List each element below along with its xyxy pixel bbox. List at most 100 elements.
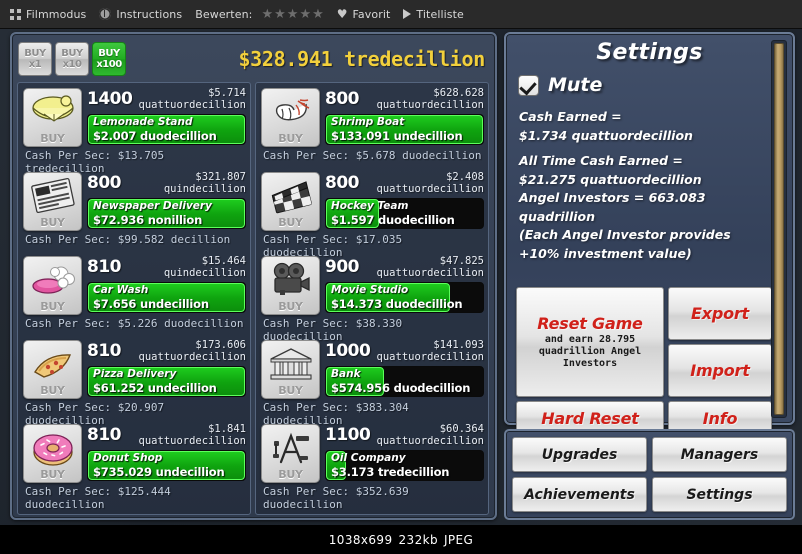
business-item[interactable]: BUY 810 $173.606 quattuordecillion Pizza Del… <box>21 338 248 427</box>
business-price: $47.825 quattuordecillion <box>377 255 484 279</box>
image-dimensions: 1038x699 <box>328 532 393 547</box>
business-price-unit: quattuordecillion <box>376 350 484 363</box>
reset-game-button[interactable]: Reset Game and earn 28.795 quadrillion A… <box>516 287 664 397</box>
nav-settings-button[interactable]: Settings <box>652 477 787 512</box>
business-buy-button[interactable]: BUY <box>23 88 82 147</box>
buy-x1-button[interactable]: BUY x1 <box>18 42 52 76</box>
film-mode-button[interactable]: Filmmodus <box>8 8 97 21</box>
business-buy-button[interactable]: BUY <box>261 340 320 399</box>
settings-scrollbar[interactable] <box>771 40 787 418</box>
business-price: $628.628 quattuordecillion <box>377 87 484 111</box>
business-progress-bar[interactable]: Newspaper Delivery $72.936 nonillion <box>87 198 246 229</box>
business-name: Newspaper Delivery <box>93 200 212 212</box>
business-value: $61.252 undecillion <box>93 381 217 395</box>
business-buy-button[interactable]: BUY <box>23 424 82 483</box>
business-buy-button[interactable]: BUY <box>23 340 82 399</box>
buy-x10-line2: x10 <box>62 58 82 70</box>
mute-checkbox-icon[interactable] <box>518 74 539 96</box>
business-buy-button[interactable]: BUY <box>261 88 320 147</box>
nav-achievements-label: Achievements <box>524 486 635 503</box>
instructions-button[interactable]: Instructions <box>97 8 193 21</box>
business-buy-button[interactable]: BUY <box>261 424 320 483</box>
business-progress-bar[interactable]: Shrimp Boat $133.091 undecillion <box>325 114 484 145</box>
business-progress-bar[interactable]: Hockey Team $1.597 duodecillion <box>325 198 484 229</box>
business-price-amount: $2.408 <box>446 171 484 183</box>
import-label: Import <box>690 361 750 380</box>
business-count: 810 <box>87 257 122 277</box>
nav-upgrades-button[interactable]: Upgrades <box>512 437 647 472</box>
star-3[interactable]: ★ <box>287 8 299 21</box>
star-5[interactable]: ★ <box>312 8 324 21</box>
business-cps: Cash Per Sec: $352.639 duodecillion <box>263 485 409 511</box>
stats-line: Cash Earned = <box>519 109 622 124</box>
business-item[interactable]: BUY 800 $628.628 quattuordecillion Shrimp Bo… <box>259 86 486 170</box>
image-viewer-toolbar: Filmmodus Instructions Bewerten: ★ ★ ★ ★… <box>0 0 802 29</box>
settings-panel: Settings Mute Cash Earned = $1.734 quattu… <box>504 32 795 435</box>
business-count: 1100 <box>325 425 371 445</box>
business-price-amount: $141.093 <box>433 339 484 351</box>
business-buy-button[interactable]: BUY <box>23 256 82 315</box>
business-price: $321.807 quindecillion <box>163 171 246 195</box>
business-cps: Cash Per Sec: $99.582 decillion <box>25 233 231 246</box>
star-2[interactable]: ★ <box>274 8 286 21</box>
business-buy-button[interactable]: BUY <box>261 172 320 231</box>
export-button[interactable]: Export <box>668 287 772 340</box>
nav-managers-button[interactable]: Managers <box>652 437 787 472</box>
film-mode-label: Filmmodus <box>26 7 87 21</box>
business-panel: BUY x1 BUY x10 BUY x100 $328.941 tredeci… <box>10 32 497 520</box>
stats-line: quadrillion <box>519 208 596 224</box>
business-item[interactable]: BUY 1400 $5.714 quattuordecillion Lemonade S… <box>21 86 248 175</box>
rating-stars-icon[interactable]: ★ ★ ★ ★ ★ <box>261 8 324 21</box>
business-progress-bar[interactable]: Lemonade Stand $2.007 duodecillion <box>87 114 246 145</box>
business-item[interactable]: BUY 800 $2.408 quattuordecillion Hockey Team… <box>259 170 486 259</box>
business-item[interactable]: BUY 800 $321.807 quindecillion Newspaper Del… <box>21 170 248 254</box>
business-item[interactable]: BUY 810 $15.464 quindecillion Car Wash $7.656… <box>21 254 248 338</box>
nav-settings-label: Settings <box>686 486 753 503</box>
business-column-left[interactable]: BUY 1400 $5.714 quattuordecillion Lemonade S… <box>17 82 251 515</box>
business-item[interactable]: BUY 900 $47.825 quattuordecillion Movie Stud… <box>259 254 486 343</box>
business-name: Bank <box>331 368 361 380</box>
import-button[interactable]: Import <box>668 344 772 397</box>
business-name: Pizza Delivery <box>93 368 177 380</box>
nav-managers-label: Managers <box>680 446 759 463</box>
nav-achievements-button[interactable]: Achievements <box>512 477 647 512</box>
buy-x100-button[interactable]: BUY x100 <box>92 42 126 76</box>
business-progress-bar[interactable]: Bank $574.956 duodecillion <box>325 366 484 397</box>
business-item[interactable]: BUY 1000 $141.093 quattuordecillion Bank $574… <box>259 338 486 427</box>
star-1[interactable]: ★ <box>261 8 273 21</box>
business-buy-label: BUY <box>40 468 65 481</box>
buy-x1-line2: x1 <box>28 58 42 70</box>
business-item[interactable]: BUY 810 $1.841 quattuordecillion Donut Shop $… <box>21 422 248 511</box>
mute-toggle[interactable]: Mute <box>518 74 793 96</box>
business-buy-label: BUY <box>278 384 303 397</box>
business-count: 800 <box>87 173 122 193</box>
business-column-right[interactable]: BUY 800 $628.628 quattuordecillion Shrimp Bo… <box>255 82 489 515</box>
business-price-amount: $321.807 <box>195 171 246 183</box>
instructions-label: Instructions <box>116 7 183 21</box>
business-item[interactable]: BUY 1100 $60.364 quattuordecillion Oil Compa… <box>259 422 486 511</box>
screenshot-root: Filmmodus Instructions Bewerten: ★ ★ ★ ★… <box>0 0 802 554</box>
business-price-unit: quindecillion <box>163 182 246 195</box>
business-list: BUY 1400 $5.714 quattuordecillion Lemonade S… <box>17 82 490 515</box>
business-buy-button[interactable]: BUY <box>261 256 320 315</box>
business-progress-bar[interactable]: Car Wash $7.656 undecillion <box>87 282 246 313</box>
buy-x10-button[interactable]: BUY x10 <box>55 42 89 76</box>
reset-button-group: Reset Game and earn 28.795 quadrillion A… <box>516 287 772 397</box>
business-buy-button[interactable]: BUY <box>23 172 82 231</box>
business-name: Donut Shop <box>93 452 163 464</box>
star-4[interactable]: ★ <box>299 8 311 21</box>
business-buy-label: BUY <box>40 300 65 313</box>
business-progress-bar[interactable]: Movie Studio $14.373 duodecillion <box>325 282 484 313</box>
titlelist-button[interactable]: Titelliste <box>401 8 475 21</box>
business-price-amount: $47.825 <box>439 255 484 267</box>
stats-line: (Each Angel Investor provides <box>519 227 731 242</box>
business-progress-bar[interactable]: Oil Company $3.173 tredecillion <box>325 450 484 481</box>
business-progress-bar[interactable]: Pizza Delivery $61.252 undecillion <box>87 366 246 397</box>
business-progress-bar[interactable]: Donut Shop $735.029 undecillion <box>87 450 246 481</box>
buy-x1-line1: BUY <box>24 47 46 59</box>
business-name: Hockey Team <box>331 200 409 212</box>
rating-control[interactable]: Bewerten: ★ ★ ★ ★ ★ <box>193 8 335 21</box>
business-price: $5.714 quattuordecillion <box>139 87 246 111</box>
settings-scrollbar-thumb[interactable] <box>774 43 784 415</box>
favorite-button[interactable]: ♥ Favorit <box>335 8 402 21</box>
